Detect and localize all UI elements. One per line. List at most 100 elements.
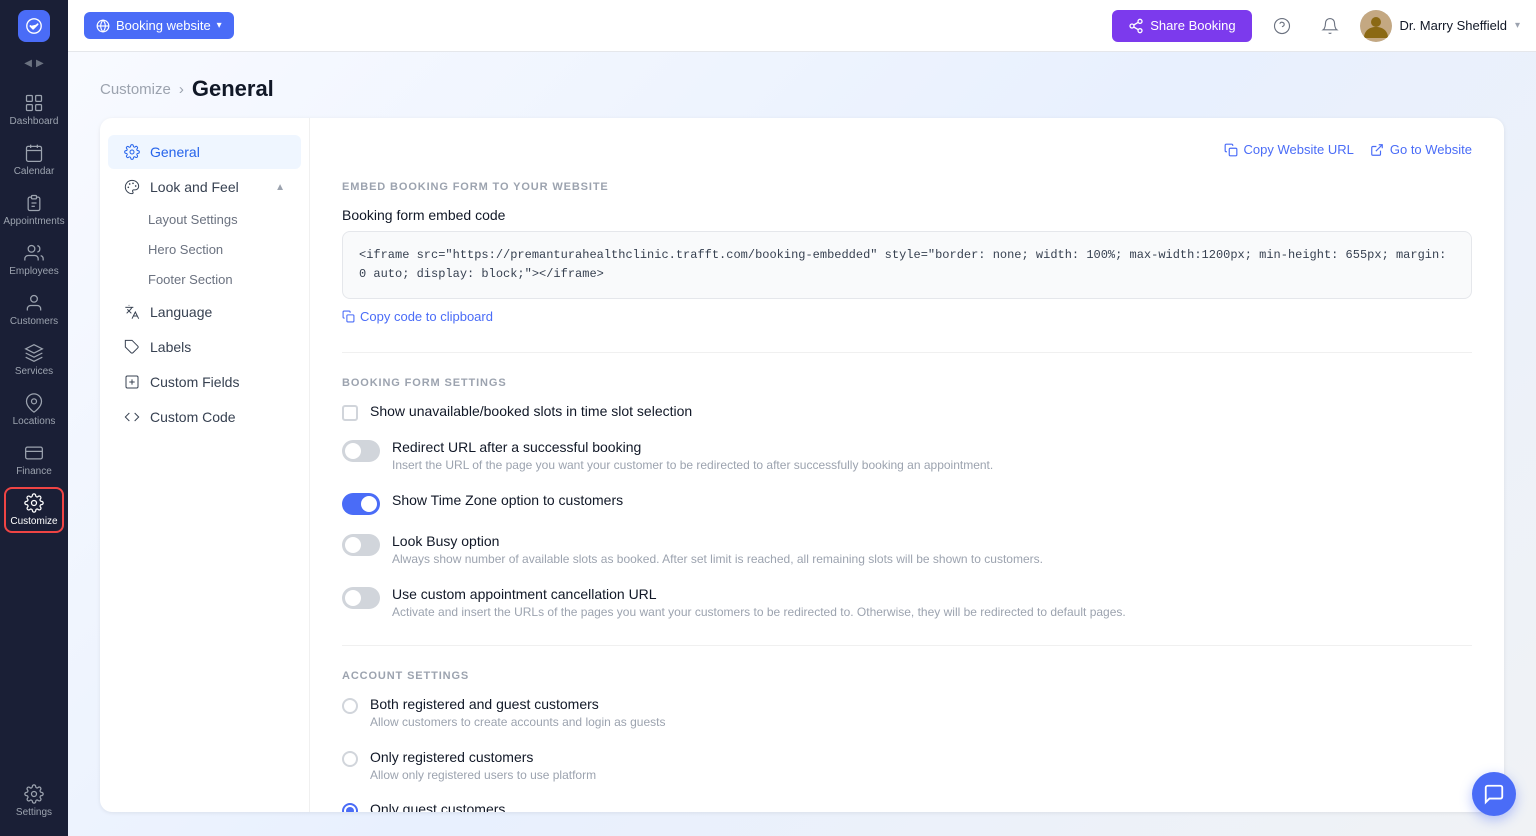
sidebar-item-appointments[interactable]: Appointments (0, 185, 68, 235)
sidebar-label-dashboard: Dashboard (10, 116, 59, 127)
desc-both-customers: Allow customers to create accounts and l… (370, 714, 1472, 731)
toggle-show-timezone[interactable] (342, 493, 380, 515)
section-divider-1 (342, 352, 1472, 353)
embed-form-label: Booking form embed code (342, 207, 1472, 223)
copy-url-label: Copy Website URL (1244, 142, 1354, 157)
copy-code-label: Copy code to clipboard (360, 309, 493, 324)
sidebar-label-customers: Customers (10, 316, 58, 327)
sidebar-label-locations: Locations (13, 416, 56, 427)
nav-label-look-and-feel: Look and Feel (150, 179, 239, 195)
sidebar-label-employees: Employees (9, 266, 58, 277)
sidebar-collapse-arrows[interactable]: ◀ ▶ (24, 58, 43, 69)
share-booking-button[interactable]: Share Booking (1112, 10, 1251, 42)
left-nav: General Look and Feel ▲ Layout Settings … (100, 118, 310, 812)
setting-show-timezone: Show Time Zone option to customers (342, 492, 1472, 515)
account-option-both: Both registered and guest customers Allo… (342, 696, 1472, 731)
sidebar-label-settings: Settings (16, 807, 52, 818)
breadcrumb-parent[interactable]: Customize (100, 81, 171, 98)
setting-desc-custom-cancel-url: Activate and insert the URLs of the page… (392, 604, 1472, 621)
user-name: Dr. Marry Sheffield (1400, 18, 1507, 33)
avatar (1360, 10, 1392, 42)
sidebar-item-customize[interactable]: Customize (0, 485, 68, 535)
label-only-registered: Only registered customers (370, 749, 1472, 765)
account-settings-title: ACCOUNT SETTINGS (342, 670, 1472, 682)
sidebar-item-customers[interactable]: Customers (0, 285, 68, 335)
chevron-up-icon: ▲ (275, 182, 285, 193)
radio-only-guest[interactable] (342, 803, 358, 812)
setting-label-show-timezone: Show Time Zone option to customers (392, 492, 1472, 508)
breadcrumb-current: General (192, 76, 274, 102)
toggle-custom-cancel-url[interactable] (342, 587, 380, 609)
nav-item-custom-fields[interactable]: Custom Fields (108, 365, 301, 399)
nav-item-custom-code[interactable]: Custom Code (108, 400, 301, 434)
nav-label-general: General (150, 144, 200, 160)
nav-label-hero-section: Hero Section (148, 242, 223, 257)
setting-redirect-url: Redirect URL after a successful booking … (342, 439, 1472, 474)
sidebar-item-calendar[interactable]: Calendar (0, 135, 68, 185)
desc-only-registered: Allow only registered users to use platf… (370, 767, 1472, 784)
toggle-redirect-url[interactable] (342, 440, 380, 462)
account-option-registered: Only registered customers Allow only reg… (342, 749, 1472, 784)
label-both-customers: Both registered and guest customers (370, 696, 1472, 712)
booking-website-button[interactable]: Booking website ▾ (84, 12, 234, 39)
setting-look-busy: Look Busy option Always show number of a… (342, 533, 1472, 568)
main-container: Booking website ▾ Share Booking Dr. Marr… (68, 0, 1536, 836)
setting-label-redirect-url: Redirect URL after a successful booking (392, 439, 1472, 455)
nav-label-footer-section: Footer Section (148, 272, 233, 287)
header: Booking website ▾ Share Booking Dr. Marr… (68, 0, 1536, 52)
sidebar-item-dashboard[interactable]: Dashboard (0, 85, 68, 135)
nav-label-language: Language (150, 304, 212, 320)
sidebar-item-locations[interactable]: Locations (0, 385, 68, 435)
section-divider-2 (342, 645, 1472, 646)
setting-label-show-unavailable: Show unavailable/booked slots in time sl… (370, 403, 1472, 419)
sidebar-label-customize: Customize (10, 516, 57, 527)
nav-item-footer-section[interactable]: Footer Section (108, 265, 301, 294)
user-chevron-icon: ▾ (1515, 20, 1520, 31)
setting-show-unavailable: Show unavailable/booked slots in time sl… (342, 403, 1472, 421)
content-area: Customize › General General Look and Fee… (68, 52, 1536, 836)
toggle-look-busy[interactable] (342, 534, 380, 556)
embed-code-box[interactable]: <iframe src="https://premanturahealthcli… (342, 231, 1472, 299)
right-content: Copy Website URL Go to Website EMBED BOO… (310, 118, 1504, 812)
setting-label-custom-cancel-url: Use custom appointment cancellation URL (392, 586, 1472, 602)
chat-bubble-button[interactable] (1472, 772, 1516, 816)
sidebar-item-settings[interactable]: Settings (0, 776, 68, 826)
sidebar-item-services[interactable]: Services (0, 335, 68, 385)
nav-item-hero-section[interactable]: Hero Section (108, 235, 301, 264)
breadcrumb-separator: › (179, 81, 184, 98)
label-only-guest: Only guest customers (370, 801, 1472, 812)
user-profile[interactable]: Dr. Marry Sheffield ▾ (1360, 10, 1520, 42)
nav-item-language[interactable]: Language (108, 295, 301, 329)
radio-only-registered[interactable] (342, 751, 358, 767)
copy-code-link[interactable]: Copy code to clipboard (342, 309, 493, 324)
go-to-website-label: Go to Website (1390, 142, 1472, 157)
nav-item-labels[interactable]: Labels (108, 330, 301, 364)
copy-website-url-link[interactable]: Copy Website URL (1224, 142, 1354, 157)
booking-website-label: Booking website (116, 18, 211, 33)
share-booking-label: Share Booking (1150, 18, 1235, 33)
setting-custom-cancel-url: Use custom appointment cancellation URL … (342, 586, 1472, 621)
sidebar-item-finance[interactable]: Finance (0, 435, 68, 485)
setting-desc-redirect-url: Insert the URL of the page you want your… (392, 457, 1472, 474)
radio-both-customers[interactable] (342, 698, 358, 714)
nav-label-custom-fields: Custom Fields (150, 374, 239, 390)
nav-item-layout-settings[interactable]: Layout Settings (108, 205, 301, 234)
main-card: General Look and Feel ▲ Layout Settings … (100, 118, 1504, 812)
nav-label-layout-settings: Layout Settings (148, 212, 238, 227)
account-option-guest: Only guest customers (342, 801, 1472, 812)
sidebar-label-appointments: Appointments (3, 216, 64, 227)
help-button[interactable] (1264, 8, 1300, 44)
app-logo[interactable] (18, 10, 50, 42)
notifications-button[interactable] (1312, 8, 1348, 44)
nav-item-look-and-feel[interactable]: Look and Feel ▲ (108, 170, 301, 204)
go-to-website-link[interactable]: Go to Website (1370, 142, 1472, 157)
embed-section-title: EMBED BOOKING FORM TO YOUR WEBSITE (342, 181, 1472, 193)
nav-item-general[interactable]: General (108, 135, 301, 169)
booking-form-settings-title: BOOKING FORM SETTINGS (342, 377, 1472, 389)
setting-desc-look-busy: Always show number of available slots as… (392, 551, 1472, 568)
sidebar-label-services: Services (15, 366, 53, 377)
top-actions: Copy Website URL Go to Website (342, 142, 1472, 157)
checkbox-show-unavailable[interactable] (342, 405, 358, 421)
sidebar-item-employees[interactable]: Employees (0, 235, 68, 285)
sidebar-label-calendar: Calendar (14, 166, 55, 177)
